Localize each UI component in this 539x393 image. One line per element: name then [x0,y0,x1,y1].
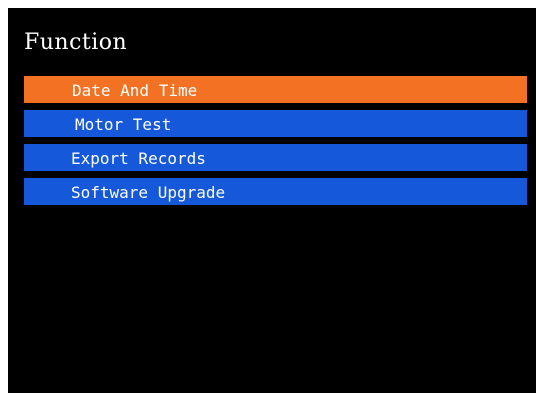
menu-item-label: Software Upgrade [71,183,226,202]
menu-item-label: Date And Time [72,81,198,100]
menu-item-date-and-time[interactable]: Date And Time [24,76,527,103]
menu-item-software-upgrade[interactable]: Software Upgrade [24,178,527,205]
page-title: Function [24,30,128,55]
menu-item-label: Motor Test [75,115,172,134]
menu-item-motor-test[interactable]: Motor Test [24,110,527,137]
menu-item-export-records[interactable]: Export Records [24,144,527,171]
device-frame: Function Date And Time Motor Test Export… [0,0,539,393]
menu-item-label: Export Records [71,149,206,168]
